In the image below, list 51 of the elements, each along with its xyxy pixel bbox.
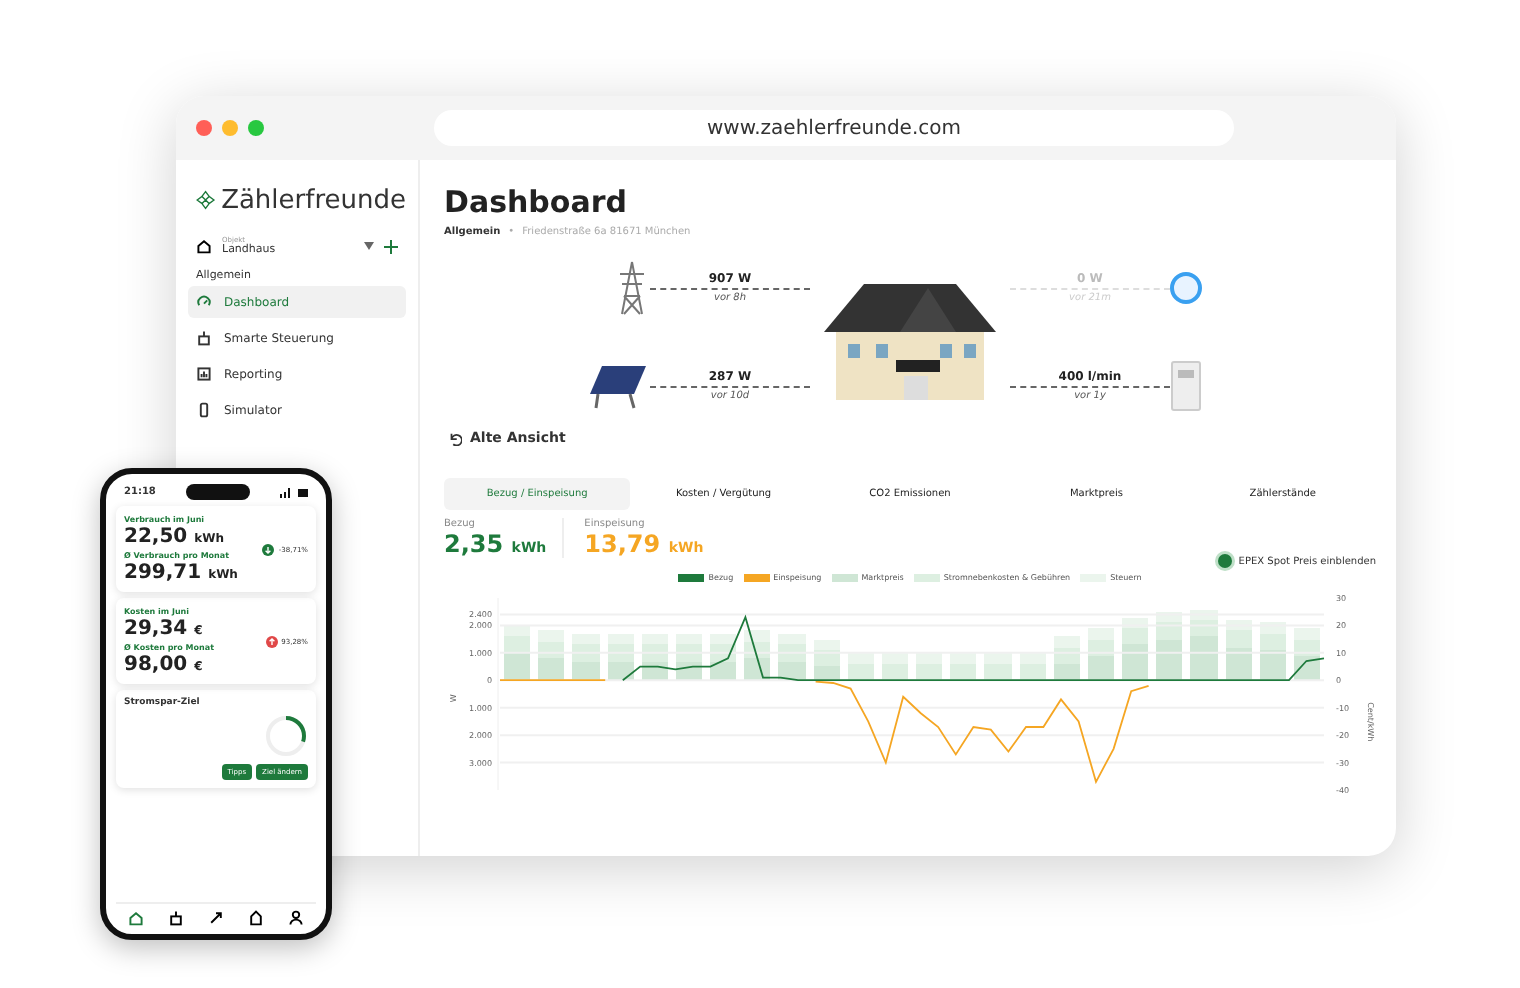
price-bar-drawing <box>1225 619 1252 681</box>
price-bar-drawing <box>1156 611 1183 681</box>
price-bar-drawing <box>1019 652 1046 681</box>
price-bar-drawing <box>1259 622 1286 681</box>
robot-icon[interactable] <box>168 910 184 926</box>
arrow-icon[interactable] <box>208 910 224 926</box>
person-icon[interactable] <box>288 910 304 926</box>
home-icon <box>196 238 212 254</box>
camera-notch <box>185 484 250 500</box>
logo-text: Zählerfreunde <box>221 185 406 215</box>
house-icon[interactable] <box>248 910 264 926</box>
power-pylon-icon <box>614 260 650 316</box>
home-icon[interactable] <box>128 910 144 926</box>
chart-icon <box>196 366 212 382</box>
device-icon <box>196 402 212 418</box>
price-bar-drawing <box>710 633 737 681</box>
price-bar-drawing <box>1053 636 1080 681</box>
price-bar-drawing <box>538 630 565 681</box>
undo-icon <box>448 431 462 445</box>
progress-ring <box>264 714 308 758</box>
price-bar-drawing <box>744 630 771 681</box>
toggle-switch[interactable] <box>1218 554 1233 568</box>
price-bar-drawing <box>916 652 943 681</box>
price-bar-drawing <box>847 652 874 681</box>
price-bar-drawing <box>813 639 840 681</box>
signal-battery-icon <box>279 487 308 497</box>
price-bar-drawing <box>641 633 668 681</box>
close-icon[interactable] <box>196 120 212 136</box>
trend-up-icon <box>265 635 278 647</box>
price-bar-drawing <box>984 652 1012 681</box>
trend-down-icon <box>262 543 275 555</box>
price-bar-drawing <box>607 633 634 681</box>
solar-panel-icon <box>590 362 650 410</box>
page-title: Dashboard <box>444 184 629 220</box>
price-bar-drawing <box>504 625 531 681</box>
add-icon[interactable] <box>384 239 398 253</box>
price-bar-drawing <box>675 633 703 681</box>
price-bar-drawing <box>1087 628 1115 681</box>
price-bar-drawing <box>950 652 977 681</box>
meter-icon <box>1170 360 1202 412</box>
caret-icon[interactable] <box>364 242 374 250</box>
price-bar-drawing <box>881 652 909 681</box>
price-bar-drawing <box>572 633 600 681</box>
price-bar-drawing <box>1293 628 1321 681</box>
gauge-icon <box>196 294 212 310</box>
price-bar-drawing <box>1122 617 1149 681</box>
smart-plug-icon <box>1170 272 1202 304</box>
price-bar-drawing <box>778 633 806 681</box>
robot-icon <box>196 330 212 346</box>
address-bar[interactable]: www.zaehlerfreunde.com <box>434 110 1234 146</box>
price-bar-drawing <box>1190 609 1218 681</box>
